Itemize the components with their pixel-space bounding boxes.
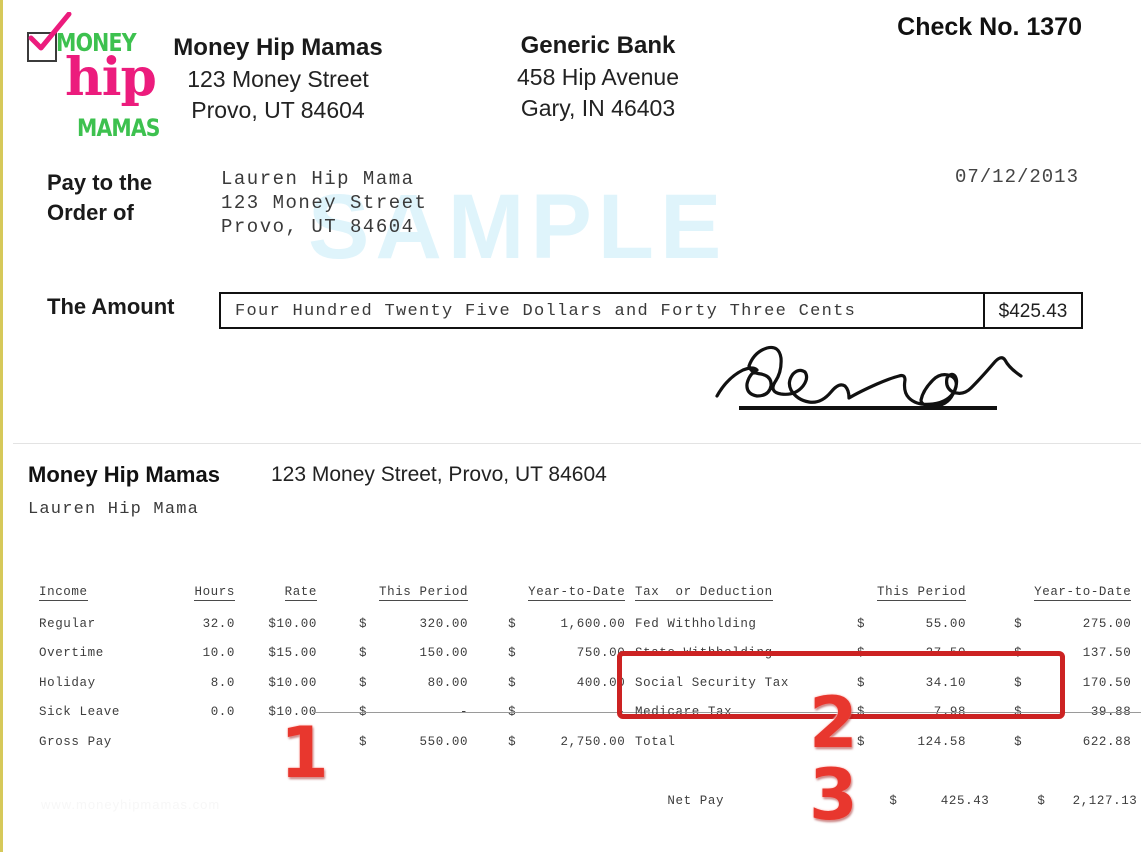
income-row-rate: $10.00 bbox=[268, 616, 317, 631]
callout-number-2: 2 bbox=[809, 682, 858, 764]
net-pay-ytd-currency: $ bbox=[1037, 794, 1046, 808]
deductions-total-ytd-currency: $ bbox=[1014, 734, 1023, 749]
table-row: Overtime 10.0 $15.00 $ 150.00 $ 750.00 bbox=[39, 631, 626, 660]
company-address-block: Money Hip Mamas 123 Money Street Provo, … bbox=[165, 34, 391, 124]
deductions-header-row: Tax or Deduction This Period Year-to-Dat… bbox=[635, 570, 1132, 601]
bank-city-state-zip: Gary, IN 46403 bbox=[520, 95, 676, 121]
income-table: Income Hours Rate This Period Year-to-Da… bbox=[39, 570, 626, 749]
income-row-label: Holiday bbox=[39, 675, 96, 690]
income-row-hours: 10.0 bbox=[202, 646, 235, 660]
paystub-company-name: Money Hip Mamas bbox=[28, 462, 220, 487]
callout-number-3: 3 bbox=[809, 754, 858, 836]
payee-city-state-zip: Provo, UT 84604 bbox=[221, 216, 415, 238]
callout-number-1: 1 bbox=[280, 712, 329, 794]
paystub-company-address: 123 Money Street, Provo, UT 84604 bbox=[271, 463, 607, 486]
income-row-ytd: - bbox=[617, 705, 626, 719]
site-watermark: www.moneyhipmamas.com bbox=[41, 797, 221, 812]
income-row-this-period: 150.00 bbox=[419, 646, 469, 660]
deduction-row-this-period: 55.00 bbox=[925, 616, 967, 631]
income-row-ytd-currency: $ bbox=[508, 616, 517, 631]
paystub-employee-name: Lauren Hip Mama bbox=[28, 500, 200, 519]
deduction-row-label: Fed Withholding bbox=[635, 616, 757, 631]
table-row: Sick Leave 0.0 $10.00 $ - $ - bbox=[39, 690, 626, 719]
income-row-label: Overtime bbox=[39, 646, 104, 660]
amount-label: The Amount bbox=[47, 294, 175, 319]
income-header-this-period: This Period bbox=[379, 585, 469, 601]
table-row: Fed Withholding $ 55.00 $ 275.00 bbox=[635, 601, 1131, 631]
check-number: Check No. 1370 bbox=[897, 13, 1082, 41]
income-row-tp-currency: $ bbox=[359, 646, 368, 660]
gross-pay-ytd: 2,750.00 bbox=[560, 734, 626, 749]
income-header-ytd: Year-to-Date bbox=[528, 585, 626, 601]
income-row-hours: 32.0 bbox=[202, 616, 235, 631]
deductions-header-tax: Tax or Deduction bbox=[635, 585, 773, 601]
deductions-total-ytd: 622.88 bbox=[1082, 734, 1132, 749]
bank-street: 458 Hip Avenue bbox=[517, 64, 679, 90]
income-header-income: Income bbox=[39, 585, 88, 601]
logo-word-mamas: MAMAS bbox=[77, 114, 160, 142]
check-stub-divider bbox=[13, 443, 1141, 444]
net-pay-ytd: 2,127.13 bbox=[1072, 794, 1138, 808]
amount-words-box: Four Hundred Twenty Five Dollars and For… bbox=[219, 292, 985, 329]
income-row-hours: 8.0 bbox=[210, 675, 235, 690]
net-pay-tp-currency: $ bbox=[889, 794, 898, 808]
amount-in-figures: $425.43 bbox=[998, 301, 1068, 322]
income-row-ytd: 750.00 bbox=[576, 646, 626, 660]
income-row-tp-currency: $ bbox=[359, 675, 368, 690]
income-header-row: Income Hours Rate This Period Year-to-Da… bbox=[39, 570, 626, 601]
income-header-hours: Hours bbox=[194, 585, 235, 601]
income-row-ytd-currency: $ bbox=[508, 705, 517, 719]
payee-street: 123 Money Street bbox=[221, 192, 428, 214]
check-section: MONEY hip MAMAS Money Hip Mamas 123 Mone… bbox=[3, 0, 1141, 443]
payee-name: Lauren Hip Mama bbox=[221, 168, 415, 190]
deductions-total-row: Total $ 124.58 $ 622.88 bbox=[635, 719, 1131, 749]
income-row-ytd: 400.00 bbox=[576, 675, 626, 690]
income-row-hours: 0.0 bbox=[210, 705, 235, 719]
deduction-row-ytd: 275.00 bbox=[1082, 616, 1132, 631]
income-row-rate: $15.00 bbox=[268, 646, 317, 660]
income-row-label: Regular bbox=[39, 616, 96, 631]
deduction-row-ytd-currency: $ bbox=[1014, 616, 1023, 631]
income-row-ytd: 1,600.00 bbox=[560, 616, 626, 631]
company-city-state-zip: Provo, UT 84604 bbox=[191, 97, 365, 123]
bank-name: Generic Bank bbox=[520, 32, 676, 59]
income-row-this-period: - bbox=[460, 705, 469, 719]
deduction-row-tp-currency: $ bbox=[857, 616, 866, 631]
deductions-total-label: Total bbox=[635, 734, 676, 749]
check-date: 07/12/2013 bbox=[954, 166, 1079, 188]
income-row-ytd-currency: $ bbox=[508, 675, 517, 690]
income-row-ytd-currency: $ bbox=[508, 646, 517, 660]
company-street: 123 Money Street bbox=[187, 66, 369, 92]
income-header-rate: Rate bbox=[284, 585, 317, 601]
check-paystub-document: SAMPLE www.moneyhipmamas.com MONEY hip M… bbox=[0, 0, 1141, 852]
logo-word-hip: hip bbox=[65, 47, 157, 108]
table-row: Holiday 8.0 $10.00 $ 80.00 $ 400.00 bbox=[39, 660, 625, 690]
gross-pay-label: Gross Pay bbox=[39, 734, 112, 749]
income-row-tp-currency: $ bbox=[359, 616, 368, 631]
gross-pay-ytd-currency: $ bbox=[508, 734, 517, 749]
payee-block: Lauren Hip Mama 123 Money Street Provo, UT… bbox=[221, 167, 427, 239]
handwritten-signature bbox=[715, 345, 1023, 408]
signature-line bbox=[739, 406, 997, 410]
income-row-rate: $10.00 bbox=[268, 675, 317, 690]
income-row-this-period: 320.00 bbox=[419, 616, 469, 631]
company-name: Money Hip Mamas bbox=[173, 34, 383, 61]
deductions-header-this-period: This Period bbox=[877, 585, 967, 601]
table-row: Regular 32.0 $10.00 $ 320.00 $ 1,600.00 bbox=[39, 601, 625, 631]
bank-address-block: Generic Bank 458 Hip Avenue Gary, IN 464… bbox=[483, 32, 713, 122]
amount-in-words: Four Hundred Twenty Five Dollars and For… bbox=[235, 302, 857, 321]
amount-figure-box: $425.43 bbox=[985, 292, 1083, 329]
gross-pay-this-period: 550.00 bbox=[419, 734, 469, 749]
money-hip-mamas-logo: MONEY hip MAMAS bbox=[25, 12, 175, 146]
pay-to-order-of-label: Pay to the Order of bbox=[47, 170, 153, 225]
deductions-total-this-period: 124.58 bbox=[917, 734, 967, 749]
deductions-header-ytd: Year-to-Date bbox=[1034, 585, 1132, 601]
income-row-label: Sick Leave bbox=[39, 705, 121, 719]
net-pay-this-period: 425.43 bbox=[940, 794, 990, 808]
gross-pay-row: Gross Pay $ 550.00 $ 2,750.00 bbox=[39, 719, 625, 749]
net-pay-row: Net Pay $425.43 $2,127.13 bbox=[635, 780, 1137, 822]
income-row-this-period: 80.00 bbox=[427, 675, 469, 690]
